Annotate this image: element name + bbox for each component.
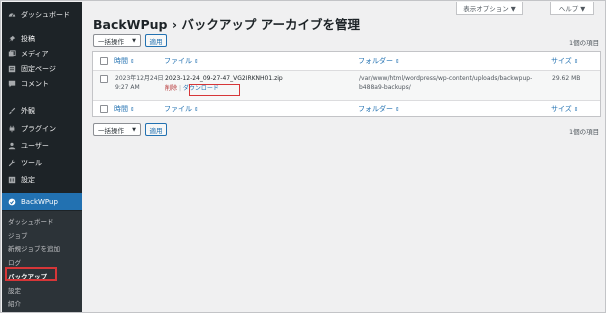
main-content: 表示オプション ▼ ヘルプ ▼ BackWPup › バックアップ アーカイブを… [82, 2, 605, 312]
column-footer-label: ファイル [164, 105, 192, 113]
column-header-label: フォルダー [358, 57, 393, 65]
column-header-time[interactable]: 時間 ⇕ [114, 56, 135, 66]
backup-filename: 2023-12-24_09-27-47_VG2IRKNH01.zip [165, 75, 283, 82]
admin-sidebar: ダッシュボード 投稿 メディア 固定ページ コメント 外観 プラグイン ユーザー… [2, 2, 82, 312]
select-all-checkbox[interactable] [100, 57, 108, 65]
column-footer-folder[interactable]: フォルダー ⇕ [358, 104, 400, 114]
chevron-down-icon: ▼ [132, 127, 136, 133]
sort-icon: ⇕ [395, 107, 400, 113]
item-count-bottom: 1個の項目 [569, 128, 600, 136]
sort-icon: ⇕ [395, 59, 400, 65]
backup-date: 2023年12月24 [115, 75, 158, 82]
sidebar-item-label: 設定 [21, 176, 35, 184]
table-footer-row: 時間 ⇕ ファイル ⇕ フォルダー ⇕ サイズ ⇕ [93, 101, 600, 119]
bulk-action-select-top[interactable]: 一括操作 ▼ [93, 34, 141, 47]
backup-folder-line2: b488a9-backups/ [359, 84, 411, 91]
sidebar-item-plugins[interactable]: プラグイン [2, 122, 82, 136]
comment-icon [7, 80, 16, 89]
apply-button-top[interactable]: 適用 [145, 34, 167, 47]
column-footer-time[interactable]: 時間 ⇕ [114, 104, 135, 114]
bulk-action-selected: 一括操作 [98, 126, 124, 135]
sidebar-item-label: 固定ページ [21, 65, 56, 73]
chevron-down-icon: ▼ [132, 38, 136, 44]
sidebar-item-label: BackWPup [21, 197, 58, 206]
column-header-label: サイズ [551, 57, 572, 65]
backup-time: 2023年12月24日 [115, 74, 164, 83]
bulk-action-select-bottom[interactable]: 一括操作 ▼ [93, 123, 141, 136]
sort-icon: ⇕ [573, 107, 579, 113]
bulk-action-selected: 一括操作 [98, 37, 124, 46]
plugin-icon [7, 125, 16, 134]
sidebar-item-label: コメント [21, 80, 49, 88]
backup-folder-line1: /var/www/html/wordpress/wp-content/uploa… [359, 75, 533, 82]
submenu-item-jobs[interactable]: ジョブ [8, 230, 28, 240]
submenu-item-dashboard[interactable]: ダッシュボード [8, 216, 54, 226]
backup-table: 時間 ⇕ ファイル ⇕ フォルダー ⇕ サイズ ⇕ 2023年12月24日 9:27 A… [92, 51, 601, 117]
screen-options-button[interactable]: 表示オプション ▼ [456, 2, 523, 15]
sort-icon: ⇕ [130, 59, 135, 65]
sort-icon: ⇕ [194, 59, 199, 65]
backup-date-suffix: 日 [157, 75, 164, 82]
wrench-icon [7, 159, 16, 168]
brush-icon [7, 107, 16, 116]
row-action-separator: | [178, 85, 181, 92]
table-header-row: 時間 ⇕ ファイル ⇕ フォルダー ⇕ サイズ ⇕ [93, 52, 600, 70]
sidebar-item-media[interactable]: メディア [2, 47, 82, 61]
column-header-size[interactable]: サイズ ⇕ [551, 56, 578, 66]
sidebar-item-pages[interactable]: 固定ページ [2, 62, 82, 76]
sidebar-item-label: ツール [21, 159, 42, 167]
page-title: BackWPup › バックアップ アーカイブを管理 [93, 17, 360, 32]
sidebar-item-settings[interactable]: 設定 [2, 173, 82, 187]
column-footer-label: 時間 [114, 105, 128, 113]
user-icon [7, 142, 16, 151]
submenu-item-logs[interactable]: ログ [8, 257, 21, 267]
sidebar-item-posts[interactable]: 投稿 [2, 32, 82, 46]
dashboard-icon [7, 11, 16, 20]
pin-icon [7, 35, 16, 44]
item-count-top: 1個の項目 [569, 39, 600, 47]
media-icon [7, 50, 16, 59]
sidebar-item-users[interactable]: ユーザー [2, 139, 82, 153]
row-checkbox[interactable] [100, 75, 108, 83]
column-header-folder[interactable]: フォルダー ⇕ [358, 56, 400, 66]
sort-icon: ⇕ [194, 107, 199, 113]
highlight-box-download [189, 84, 240, 96]
sidebar-item-dashboard[interactable]: ダッシュボード [2, 8, 82, 22]
sidebar-item-comments[interactable]: コメント [2, 77, 82, 91]
page-icon [7, 65, 16, 74]
sidebar-item-label: 外観 [21, 107, 35, 115]
sidebar-item-label: ユーザー [21, 142, 49, 150]
column-footer-file[interactable]: ファイル ⇕ [164, 104, 199, 114]
column-header-label: ファイル [164, 57, 192, 65]
sidebar-item-label: 投稿 [21, 35, 35, 43]
wordpress-admin-window: ダッシュボード 投稿 メディア 固定ページ コメント 外観 プラグイン ユーザー… [0, 0, 606, 313]
submenu-item-settings[interactable]: 設定 [8, 285, 21, 295]
select-all-checkbox-footer[interactable] [100, 105, 108, 113]
submenu-item-add-job[interactable]: 新規ジョブを追加 [8, 243, 60, 253]
column-footer-label: フォルダー [358, 105, 393, 113]
column-header-label: 時間 [114, 57, 128, 65]
table-row: 2023年12月24日 9:27 AM 2023-12-24_09-27-47_… [93, 70, 600, 101]
sidebar-item-appearance[interactable]: 外観 [2, 104, 82, 118]
backwpup-icon [7, 197, 16, 206]
sidebar-item-backwpup[interactable]: BackWPup [2, 193, 82, 210]
sidebar-item-tools[interactable]: ツール [2, 156, 82, 170]
sort-icon: ⇕ [573, 59, 579, 65]
settings-icon [7, 176, 16, 185]
column-footer-label: サイズ [551, 105, 572, 113]
apply-button-bottom[interactable]: 適用 [145, 123, 167, 136]
delete-link[interactable]: 削除 [165, 85, 177, 92]
sidebar-item-label: メディア [21, 50, 49, 58]
column-footer-size[interactable]: サイズ ⇕ [551, 104, 578, 114]
backup-clock: 9:27 AM [115, 84, 140, 91]
help-button[interactable]: ヘルプ ▼ [550, 2, 594, 15]
backup-size: 29.62 MB [552, 75, 581, 82]
column-header-file[interactable]: ファイル ⇕ [164, 56, 199, 66]
sort-icon: ⇕ [130, 107, 135, 113]
submenu-item-about[interactable]: 紹介 [8, 298, 21, 308]
sidebar-item-label: ダッシュボード [21, 11, 70, 19]
highlight-box-backups [5, 267, 57, 281]
sidebar-item-label: プラグイン [21, 125, 56, 133]
